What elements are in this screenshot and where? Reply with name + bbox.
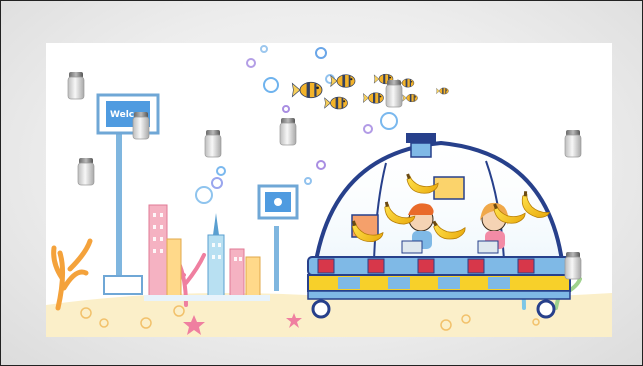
dome-vehicle	[307, 133, 571, 319]
salt-shaker-sprite	[385, 79, 403, 108]
billboard-right	[257, 184, 299, 291]
salt-shaker-sprite	[132, 111, 150, 140]
game-scene: Welc	[46, 45, 612, 337]
fish-sprite	[362, 92, 384, 104]
city-skyline	[144, 204, 270, 301]
fish-school	[291, 73, 449, 110]
billboard-text: Welc	[110, 110, 134, 120]
fish-sprite	[291, 81, 323, 99]
fish-sprite	[436, 87, 449, 95]
coral-left	[51, 238, 93, 311]
fish-sprite	[402, 93, 418, 103]
salt-shaker-sprite	[564, 251, 582, 280]
salt-shaker-sprite	[77, 157, 95, 186]
salt-shaker-sprite	[67, 71, 85, 100]
salt-shaker-sprite	[279, 117, 297, 146]
fish-sprite	[324, 96, 348, 110]
game-window-frame: Welc	[0, 0, 643, 366]
salt-shaker-sprite	[564, 129, 582, 158]
salt-shaker-sprite	[204, 129, 222, 158]
game-stage[interactable]: Welc	[46, 43, 612, 337]
